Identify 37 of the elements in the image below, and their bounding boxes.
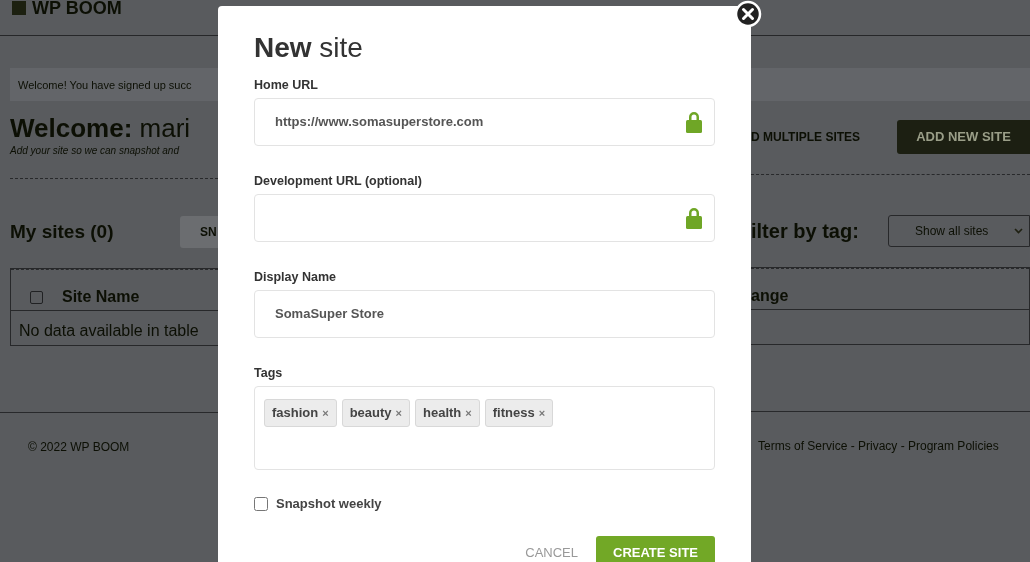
tag-chip[interactable]: fashion × <box>264 399 337 427</box>
column-header: Site Name <box>62 287 140 307</box>
url-field[interactable]: https://www.somasuperstore.com <box>254 98 715 146</box>
lock-icon <box>684 207 704 229</box>
lock-icon <box>684 111 704 133</box>
url-input[interactable]: https://www.somasuperstore.com <box>275 112 684 132</box>
column-header: ange <box>751 286 789 306</box>
remove-tag-button[interactable]: × <box>395 405 402 421</box>
remove-tag-button[interactable]: × <box>465 405 472 421</box>
dialog-title: New site <box>254 31 364 65</box>
text-input[interactable]: SomaSuper Store <box>275 304 704 324</box>
remove-tag-button[interactable]: × <box>322 405 329 421</box>
section-heading: My sites (0) <box>10 219 114 244</box>
field-label: Home URL <box>254 78 319 92</box>
checkbox-label[interactable]: Snapshot weekly <box>276 494 382 514</box>
tag-chip[interactable]: fitness × <box>484 399 554 427</box>
caret-icon <box>1014 228 1023 234</box>
empty-table-message: No data available in table <box>18 321 200 341</box>
field-label: Display Name <box>254 270 337 284</box>
welcome-heading: Welcome: mari <box>9 112 192 143</box>
copyright-text: © 2022 WP BOOM <box>28 440 130 454</box>
field-label: Tags <box>254 366 284 380</box>
checkbox[interactable] <box>254 496 268 511</box>
welcome-subtitle: Add your site so we can snapshot and <box>8 144 181 158</box>
filter-label: ilter by tag: <box>751 219 859 244</box>
snapshot-button[interactable]: SN <box>180 216 218 248</box>
close-button[interactable] <box>734 0 762 28</box>
add-new-site-button[interactable]: ADD NEW SITE <box>897 120 1030 154</box>
tags-field[interactable]: fashion × beauty × health × fitness × <box>254 386 715 470</box>
field-label: Development URL (optional) <box>254 174 423 188</box>
remove-tag-button[interactable]: × <box>538 405 546 421</box>
text-field[interactable]: SomaSuper Store <box>254 290 715 338</box>
tag-chip[interactable]: health × <box>415 399 480 427</box>
logo-icon <box>12 1 26 15</box>
tag-chip[interactable]: beauty × <box>341 399 410 427</box>
select-all-checkbox[interactable] <box>30 290 43 304</box>
alert-message: Welcome! You have signed up succ <box>10 68 218 101</box>
